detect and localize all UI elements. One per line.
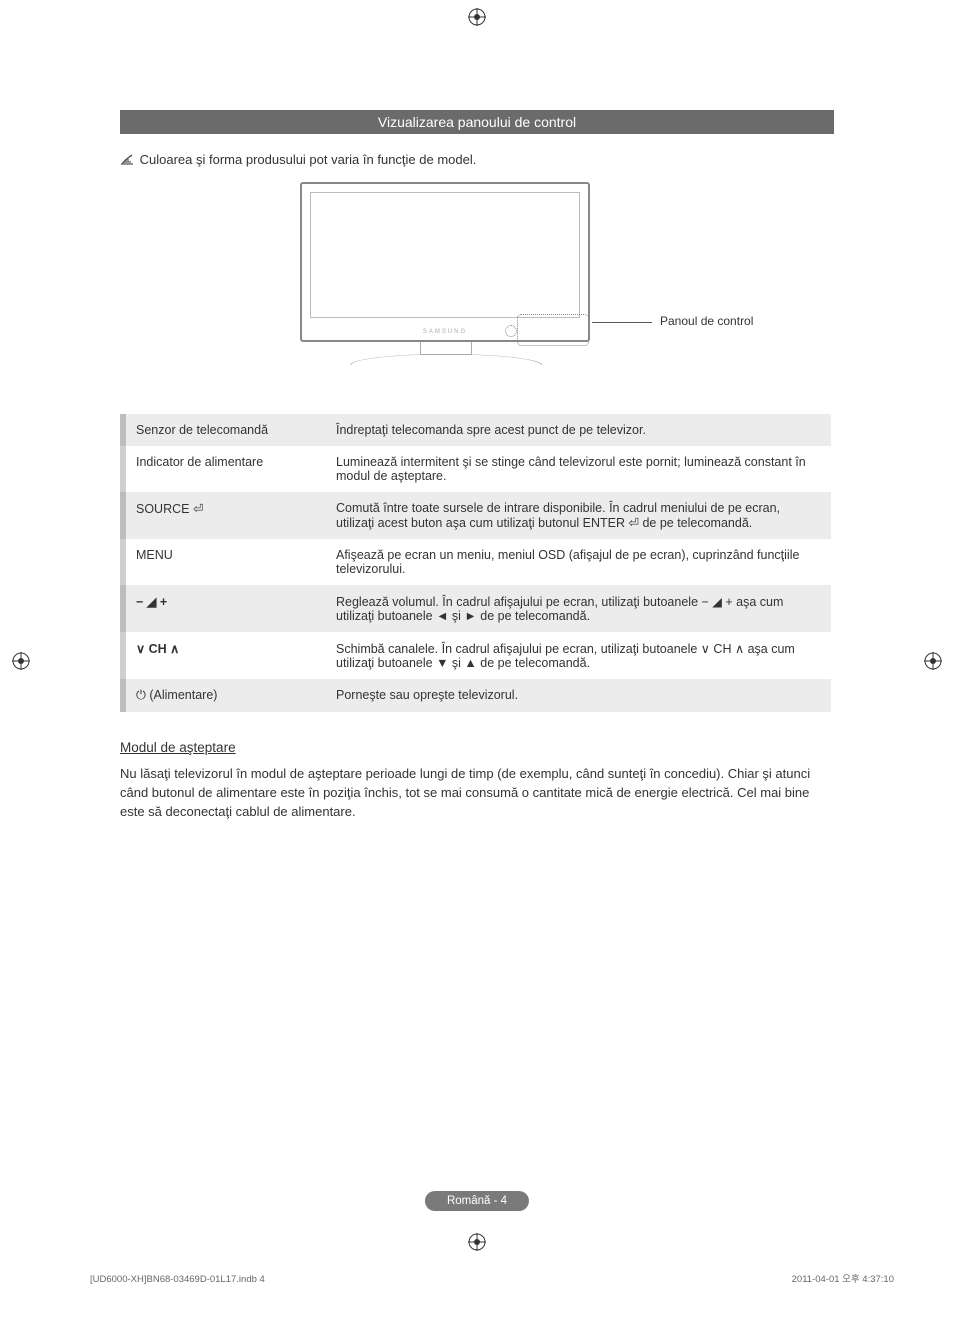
control-desc: Reglează volumul. În cadrul afişajului p… [326,585,831,632]
note-text: Culoarea şi forma produsului pot varia î… [140,152,477,167]
table-row: SOURCE ⏎ Comută între toate sursele de i… [123,492,831,539]
controls-table: Senzor de telecomandă Îndreptaţi telecom… [120,414,834,712]
tv-screen [310,192,580,318]
control-desc: Schimbă canalele. În cadrul afişajului p… [326,632,831,679]
note-icon [120,153,136,168]
control-label: Indicator de alimentare [123,446,326,492]
control-label: − ◢ + [123,585,326,632]
control-desc: Îndreptaţi telecomanda spre acest punct … [326,414,831,446]
page: Vizualizarea panoului de control Culoare… [0,0,954,1321]
table-row: MENU Afişează pe ecran un meniu, meniul … [123,539,831,585]
registration-mark-icon [924,652,942,670]
section-title: Vizualizarea panoului de control [378,114,576,130]
note-line: Culoarea şi forma produsului pot varia î… [120,152,834,168]
tv-illustration: SAMSUNG [300,182,590,342]
tv-figure: SAMSUNG Panoul de control [120,182,834,392]
table-row: − ◢ + Reglează volumul. În cadrul afişaj… [123,585,831,632]
registration-mark-icon [468,8,486,26]
leader-line [592,322,652,323]
registration-mark-icon [468,1233,486,1251]
print-meta-right: 2011-04-01 오후 4:37:10 [792,1271,894,1285]
control-desc: Afişează pe ecran un meniu, meniul OSD (… [326,539,831,585]
table-row: Senzor de telecomandă Îndreptaţi telecom… [123,414,831,446]
page-number: Română - 4 [447,1195,507,1207]
page-number-pill: Română - 4 [425,1191,529,1211]
tv-sensor-dot [505,325,517,337]
control-label: ∨ CH ∧ [123,632,326,679]
table-row: Indicator de alimentare Luminează interm… [123,446,831,492]
tv-base [350,354,542,365]
table-row: ∨ CH ∧ Schimbă canalele. În cadrul afişa… [123,632,831,679]
control-label: MENU [123,539,326,585]
print-meta-left: [UD6000-XH]BN68-03469D-01L17.indb 4 [90,1274,265,1285]
control-desc: Porneşte sau opreşte televizorul. [326,679,831,712]
table-row: ⏻ (Alimentare) Porneşte sau opreşte tele… [123,679,831,712]
tv-control-panel-outline [517,314,589,346]
control-label: SOURCE ⏎ [123,492,326,539]
figure-label: Panoul de control [660,314,753,328]
tv-logo: SAMSUNG [423,329,467,335]
section-title-bar: Vizualizarea panoului de control [120,110,834,134]
control-desc: Luminează intermitent şi se stinge când … [326,446,831,492]
standby-heading: Modul de aşteptare [120,740,834,755]
control-label: ⏻ (Alimentare) [123,679,326,712]
registration-mark-icon [12,652,30,670]
standby-body: Nu lăsaţi televizorul în modul de aştept… [120,765,834,822]
control-label: Senzor de telecomandă [123,414,326,446]
control-desc: Comută între toate sursele de intrare di… [326,492,831,539]
